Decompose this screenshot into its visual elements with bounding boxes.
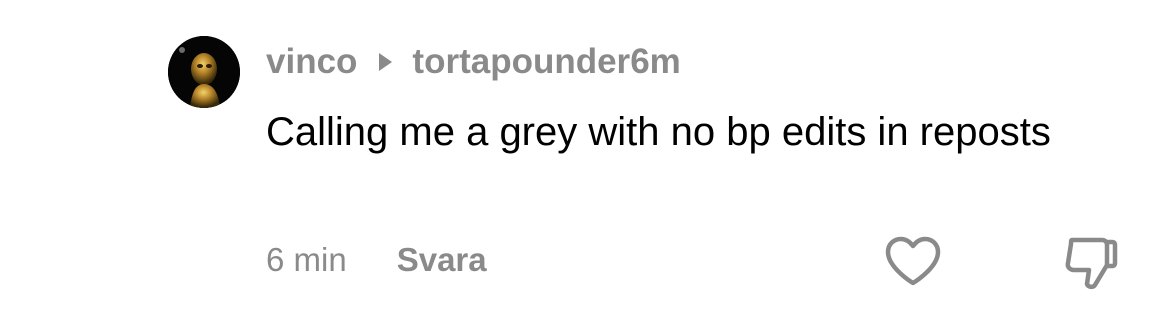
thumbs-down-outline-icon xyxy=(1065,237,1118,290)
avatar[interactable] xyxy=(168,36,240,108)
reply-button[interactable]: Svara xyxy=(397,241,487,279)
comment-meta: 6 min Svara xyxy=(266,238,487,282)
avatar-image xyxy=(168,36,240,108)
dislike-button[interactable] xyxy=(1062,234,1120,292)
comment-text: Calling me a grey with no bp edits in re… xyxy=(266,110,1051,154)
play-triangle-icon xyxy=(379,53,393,71)
comment-item: vinco tortapounder 6m Calling me a grey w… xyxy=(0,0,1170,315)
reply-to-name[interactable]: tortapounder xyxy=(412,42,630,82)
comment-header: vinco tortapounder 6m xyxy=(266,40,681,84)
author-name[interactable]: vinco xyxy=(266,42,357,82)
heart-outline-icon xyxy=(885,236,941,286)
header-timestamp: 6m xyxy=(630,42,681,81)
comment-timestamp: 6 min xyxy=(266,241,347,278)
like-button[interactable] xyxy=(884,236,942,288)
